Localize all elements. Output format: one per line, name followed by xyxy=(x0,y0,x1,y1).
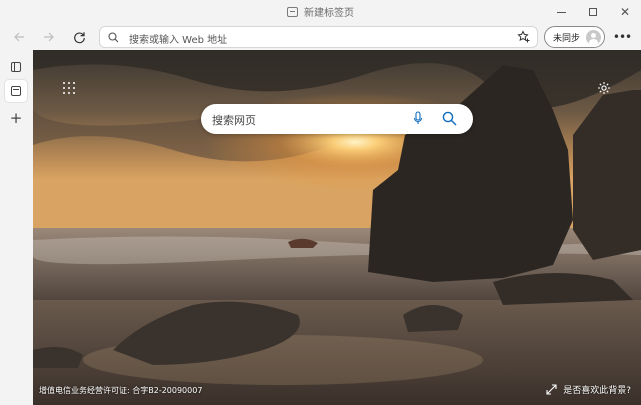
toolbar: 搜索或输入 Web 地址 未同步 ••• xyxy=(0,24,641,50)
more-button[interactable]: ••• xyxy=(612,26,632,48)
search-icon[interactable] xyxy=(442,111,457,126)
window-title-text: 新建标签页 xyxy=(304,8,354,19)
refresh-icon xyxy=(73,31,85,43)
gear-icon[interactable] xyxy=(597,81,611,95)
tab-actions-button[interactable] xyxy=(5,56,27,78)
close-icon: ✕ xyxy=(619,5,631,19)
tab-new-tab[interactable] xyxy=(5,80,27,102)
add-favorite-icon[interactable] xyxy=(517,30,531,44)
background-feedback[interactable]: 是否喜欢此背景? xyxy=(546,383,631,396)
address-bar[interactable]: 搜索或输入 Web 地址 xyxy=(99,26,538,48)
new-tab-page: 搜索网页 增值电信业务经营许可证: 合字B2-20090007 是否喜欢此背景? xyxy=(33,50,641,405)
plus-icon: + xyxy=(9,108,23,127)
profile-sync-button[interactable]: 未同步 xyxy=(544,26,605,48)
new-tab-button[interactable]: + xyxy=(5,107,27,129)
address-placeholder: 搜索或输入 Web 地址 xyxy=(129,35,228,46)
maximize-button[interactable] xyxy=(577,0,609,24)
more-icon: ••• xyxy=(612,30,632,44)
tab-icon xyxy=(287,6,298,17)
app-launcher-button[interactable] xyxy=(63,82,75,94)
avatar-icon xyxy=(586,30,601,45)
web-search-box[interactable]: 搜索网页 xyxy=(201,104,473,134)
search-placeholder: 搜索网页 xyxy=(212,114,256,127)
new-tab-icon xyxy=(11,86,21,96)
maximize-icon xyxy=(589,8,597,16)
license-text: 增值电信业务经营许可证: 合字B2-20090007 xyxy=(39,386,203,395)
arrow-right-icon xyxy=(44,32,54,42)
sync-label: 未同步 xyxy=(553,33,581,44)
expand-icon xyxy=(546,384,557,395)
refresh-button[interactable] xyxy=(68,26,90,48)
search-icon xyxy=(108,32,119,43)
app-launcher-icon xyxy=(63,82,65,84)
close-button[interactable]: ✕ xyxy=(609,0,641,24)
forward-button[interactable] xyxy=(38,26,60,48)
tab-actions-icon xyxy=(11,62,21,72)
microphone-icon[interactable] xyxy=(413,111,423,127)
feedback-text: 是否喜欢此背景? xyxy=(563,386,631,396)
window-controls: ✕ xyxy=(545,0,641,24)
minimize-button[interactable] xyxy=(545,0,577,24)
back-button[interactable] xyxy=(8,26,30,48)
arrow-left-icon xyxy=(14,32,24,42)
title-bar: 新建标签页 ✕ xyxy=(0,0,641,24)
vertical-tab-strip: + xyxy=(0,50,33,405)
minimize-icon xyxy=(556,11,566,13)
